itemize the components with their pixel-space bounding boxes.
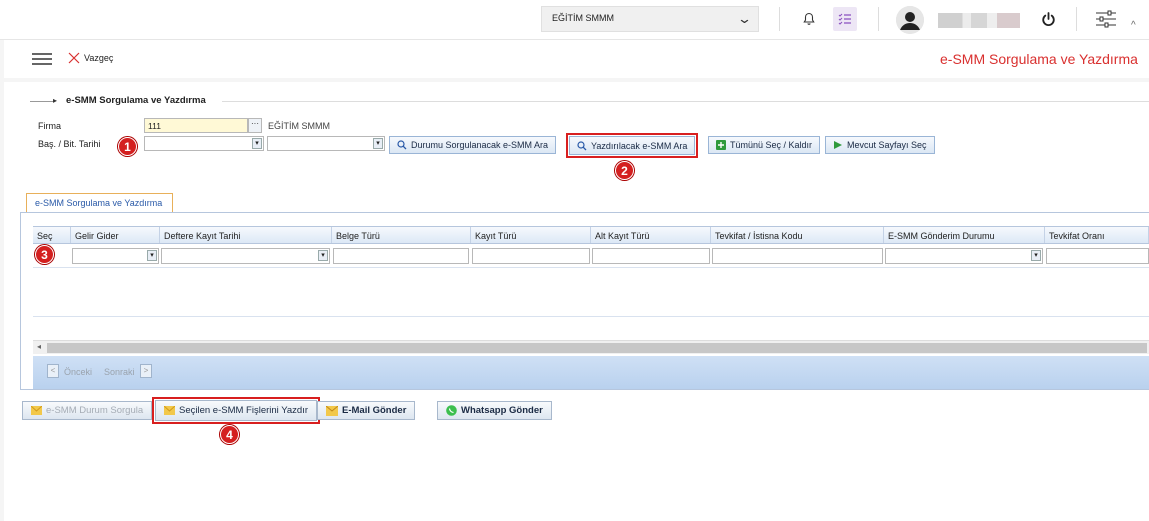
column-header[interactable]: Deftere Kayıt Tarihi — [160, 227, 332, 243]
prev-page-link[interactable]: Önceki — [64, 367, 92, 377]
search-icon — [577, 140, 587, 150]
column-header[interactable]: E-SMM Gönderim Durumu — [884, 227, 1045, 243]
caret-right-icon[interactable]: ▸ — [53, 96, 57, 105]
divider — [779, 7, 780, 31]
firma-code-input[interactable]: 111 — [144, 118, 248, 133]
chevron-down-icon: ⌄ — [736, 11, 753, 26]
search-print-label: Yazdırılacak e-SMM Ara — [591, 140, 688, 151]
column-header[interactable]: Seç — [33, 227, 71, 243]
search-print-button[interactable]: Yazdırılacak e-SMM Ara — [565, 133, 699, 158]
firma-name: EĞİTİM SMMM — [268, 121, 330, 131]
pager: < Önceki Sonraki > — [33, 356, 1149, 389]
company-select-value: EĞİTİM SMMM — [552, 13, 614, 23]
whatsapp-icon — [446, 405, 457, 416]
prev-page-icon[interactable]: < — [47, 364, 59, 378]
lookup-button[interactable]: ··· — [248, 118, 262, 133]
column-header[interactable]: Belge Türü — [332, 227, 471, 243]
filter-kayit-turu[interactable] — [472, 248, 590, 264]
dropdown-arrow-icon[interactable]: ▾ — [373, 138, 383, 149]
annotation-badge: 1 — [118, 137, 137, 156]
divider — [878, 7, 879, 31]
email-send-label: E-Mail Gönder — [342, 405, 407, 416]
search-status-label: Durumu Sorgulanacak e-SMM Ara — [411, 140, 549, 150]
divider — [222, 101, 1149, 102]
scrollbar-thumb[interactable] — [47, 343, 1147, 353]
filter-gelir-gider[interactable]: ▾ — [72, 248, 159, 264]
scroll-left-icon[interactable]: ◂ — [37, 342, 41, 351]
settings-sliders-icon[interactable] — [1093, 7, 1119, 31]
tab-esmm[interactable]: e-SMM Sorgulama ve Yazdırma — [26, 193, 173, 213]
filter-alt-kayit-turu[interactable] — [592, 248, 710, 264]
plus-icon — [716, 140, 726, 150]
filter-kayit-tarihi[interactable]: ▾ — [161, 248, 330, 264]
annotation-badge: 2 — [615, 161, 634, 180]
email-icon — [326, 405, 338, 416]
column-header[interactable]: Tevkifat / İstisna Kodu — [711, 227, 884, 243]
bell-icon[interactable] — [797, 7, 821, 31]
firma-label: Firma — [38, 121, 61, 131]
envelope-icon — [31, 406, 42, 415]
annotation-badge: 4 — [220, 425, 239, 444]
page-title: e-SMM Sorgulama ve Yazdırma — [940, 51, 1138, 67]
grid-header: Seç Gelir Gider Deftere Kayıt Tarihi Bel… — [33, 226, 1149, 244]
dropdown-arrow-icon[interactable]: ▾ — [147, 250, 157, 261]
filter-row: ▾ ▾ ▾ — [33, 246, 1149, 266]
dropdown-arrow-icon[interactable]: ▾ — [318, 250, 328, 261]
play-icon — [834, 141, 842, 149]
column-header[interactable]: Tevkifat Oranı — [1045, 227, 1149, 243]
filter-gonderim-durumu[interactable]: ▾ — [885, 248, 1043, 264]
divider — [30, 101, 54, 102]
select-page-button[interactable]: Mevcut Sayfayı Seç — [825, 136, 935, 154]
next-page-icon[interactable]: > — [140, 364, 152, 378]
chevron-up-icon[interactable]: ^ — [1131, 20, 1136, 31]
email-send-button[interactable]: E-Mail Gönder — [317, 401, 416, 420]
divider — [1076, 7, 1077, 31]
whatsapp-send-label: Whatsapp Gönder — [461, 405, 543, 416]
filter-belge-turu[interactable] — [333, 248, 469, 264]
search-status-button[interactable]: Durumu Sorgulanacak e-SMM Ara — [389, 136, 557, 154]
close-icon[interactable] — [68, 52, 80, 67]
filter-tevkifat-orani[interactable] — [1046, 248, 1149, 264]
whatsapp-send-button[interactable]: Whatsapp Gönder — [437, 401, 552, 420]
envelope-icon — [164, 406, 175, 415]
column-header[interactable]: Alt Kayıt Türü — [591, 227, 711, 243]
column-header[interactable]: Gelir Gider — [71, 227, 160, 243]
horizontal-scrollbar[interactable]: ◂ — [33, 340, 1149, 354]
select-all-label: Tümünü Seç / Kaldır — [730, 140, 813, 150]
date-range-label: Baş. / Bit. Tarihi — [38, 139, 101, 149]
print-selected-label: Seçilen e-SMM Fişlerini Yazdır — [179, 405, 308, 416]
dropdown-arrow-icon[interactable]: ▾ — [1031, 250, 1041, 261]
query-status-label: e-SMM Durum Sorgula — [46, 405, 144, 416]
print-selected-button[interactable]: Seçilen e-SMM Fişlerini Yazdır — [152, 397, 320, 424]
task-list-icon[interactable] — [833, 7, 857, 31]
cancel-button[interactable]: Vazgeç — [84, 53, 113, 63]
menu-icon[interactable] — [32, 52, 52, 69]
company-select[interactable]: EĞİTİM SMMM ⌄ — [541, 6, 759, 32]
dropdown-arrow-icon[interactable]: ▾ — [252, 138, 262, 149]
column-header[interactable]: Kayıt Türü — [471, 227, 591, 243]
search-icon — [397, 140, 407, 150]
select-page-label: Mevcut Sayfayı Seç — [847, 140, 927, 150]
next-page-link[interactable]: Sonraki — [104, 367, 135, 377]
avatar[interactable] — [896, 6, 924, 34]
grid-body — [33, 267, 1149, 317]
query-status-button[interactable]: e-SMM Durum Sorgula — [22, 401, 153, 420]
end-date-picker[interactable]: ▾ — [267, 136, 385, 151]
user-name-blurred — [938, 13, 1020, 28]
select-all-button[interactable]: Tümünü Seç / Kaldır — [708, 136, 821, 154]
section-title: e-SMM Sorgulama ve Yazdırma — [66, 95, 206, 106]
power-icon[interactable] — [1036, 7, 1060, 31]
start-date-picker[interactable]: ▾ — [144, 136, 264, 151]
filter-tevkifat-kodu[interactable] — [712, 248, 883, 264]
annotation-badge: 3 — [35, 245, 54, 264]
grid-empty-area — [33, 317, 1149, 339]
